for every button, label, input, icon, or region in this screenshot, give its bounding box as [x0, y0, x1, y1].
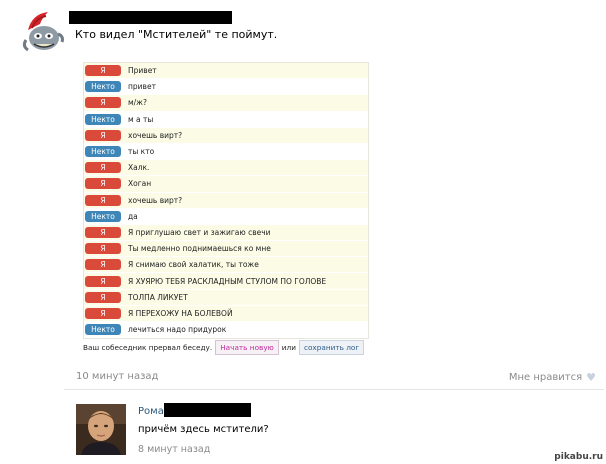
me-badge: Я — [85, 162, 121, 174]
chat-message-row: Некто м а ты — [84, 111, 368, 128]
chat-end-text: Ваш собеседник прервал беседу. — [83, 343, 213, 352]
chat-message-row: Я Я снимаю свой халатик, ты тоже — [84, 257, 368, 274]
comment-text: причём здесь мстители? — [138, 424, 269, 435]
me-badge: Я — [85, 307, 121, 319]
me-badge: Я — [85, 194, 121, 206]
heart-icon: ♥ — [586, 371, 596, 384]
like-button[interactable]: Мне нравится ♥ — [509, 371, 596, 384]
post-title: Кто видел "Мстителей" те поймут. — [75, 28, 278, 41]
chat-message-row: Я Халк. — [84, 160, 368, 177]
me-badge: Я — [85, 275, 121, 287]
me-badge: Я — [85, 291, 121, 303]
me-badge: Я — [85, 65, 121, 77]
chat-message-text: Я приглушаю свет и зажигаю свечи — [128, 227, 271, 237]
chat-message-row: Ям/ж? — [84, 95, 368, 112]
me-badge: Я — [85, 226, 121, 238]
chat-message-text: лечиться надо придурок — [128, 325, 227, 335]
chat-message-text: м а ты — [128, 114, 154, 124]
chat-message-text: м/ж? — [128, 98, 147, 108]
person-photo-icon — [76, 404, 126, 455]
stranger-badge: Некто — [85, 113, 121, 125]
chat-end-row: Ваш собеседник прервал беседу. Начать но… — [83, 340, 367, 355]
start-new-button[interactable]: Начать новую — [215, 340, 279, 355]
stranger-badge: Некто — [85, 81, 121, 93]
chat-message-row: Яхочешь вирт? — [84, 127, 368, 144]
chat-message-text: Я снимаю свой халатик, ты тоже — [128, 260, 259, 270]
chat-message-text: да — [128, 211, 138, 221]
chat-message-text: Халк. — [128, 163, 150, 173]
stranger-badge: Некто — [85, 146, 121, 158]
me-badge: Я — [85, 97, 121, 109]
like-label: Мне нравится — [508, 372, 583, 383]
chat-message-row: Некто ты кто — [84, 143, 368, 161]
chat-log: Я Привет Некто привет Ям/ж? Некто м а ты Яхочеш… — [83, 62, 369, 340]
comment-time[interactable]: 8 минут назад — [138, 444, 210, 455]
chat-message-row: Я Привет — [84, 63, 368, 80]
stranger-badge: Некто — [85, 210, 121, 222]
comment-author-link[interactable]: Рома — [138, 406, 164, 417]
save-log-button[interactable]: сохранить лог — [298, 340, 365, 355]
comment-avatar[interactable] — [76, 404, 126, 455]
chat-message-row: Я Я ПЕРЕХОЖУ НА БОЛЕВОЙ — [84, 305, 368, 322]
chat-message-row: Я Я приглушаю свет и зажигаю свечи — [84, 224, 368, 242]
redacted-author-name — [69, 11, 232, 24]
chat-message-row: Некто лечиться надо придурок — [84, 322, 368, 339]
chat-message-text: привет — [128, 82, 156, 92]
chat-message-row: Некто да — [84, 208, 368, 225]
watermark: pikabu.ru — [554, 452, 603, 462]
divider — [64, 389, 604, 390]
me-badge: Я — [85, 129, 121, 141]
me-badge: Я — [85, 178, 121, 190]
chat-message-text: ТОЛПА ЛИКУЕТ — [128, 292, 188, 302]
chat-message-row: Я Я ХУЯРЮ ТЕБЯ РАСКЛАДНЫМ СТУЛОМ ПО ГОЛОВ… — [84, 273, 368, 290]
or-text: или — [281, 343, 296, 352]
chat-message-text: хочешь вирт? — [128, 130, 183, 140]
chat-message-text: Я ПЕРЕХОЖУ НА БОЛЕВОЙ — [128, 308, 233, 318]
redacted-comment-name — [164, 403, 251, 417]
troll-avatar-icon — [22, 12, 64, 52]
chat-message-row: Я Хоган — [84, 176, 368, 193]
post-time[interactable]: 10 минут назад — [76, 371, 158, 382]
post-avatar[interactable] — [18, 10, 66, 58]
stranger-badge: Некто — [85, 324, 121, 336]
chat-message-text: ты кто — [128, 147, 155, 157]
chat-message-text: Хоган — [128, 179, 152, 189]
chat-message-row: Я Ты медленно поднимаешься ко мне — [84, 241, 368, 258]
chat-message-row: Я ТОЛПА ЛИКУЕТ — [84, 289, 368, 306]
chat-message-row: Некто привет — [84, 79, 368, 96]
chat-message-text: Привет — [128, 66, 157, 76]
chat-message-text: Я ХУЯРЮ ТЕБЯ РАСКЛАДНЫМ СТУЛОМ ПО ГОЛОВЕ — [128, 276, 327, 286]
chat-message-text: хочешь вирт? — [128, 195, 183, 205]
chat-message-row: Яхочешь вирт? — [84, 192, 368, 209]
me-badge: Я — [85, 259, 121, 271]
chat-message-text: Ты медленно поднимаешься ко мне — [128, 244, 271, 254]
me-badge: Я — [85, 243, 121, 255]
